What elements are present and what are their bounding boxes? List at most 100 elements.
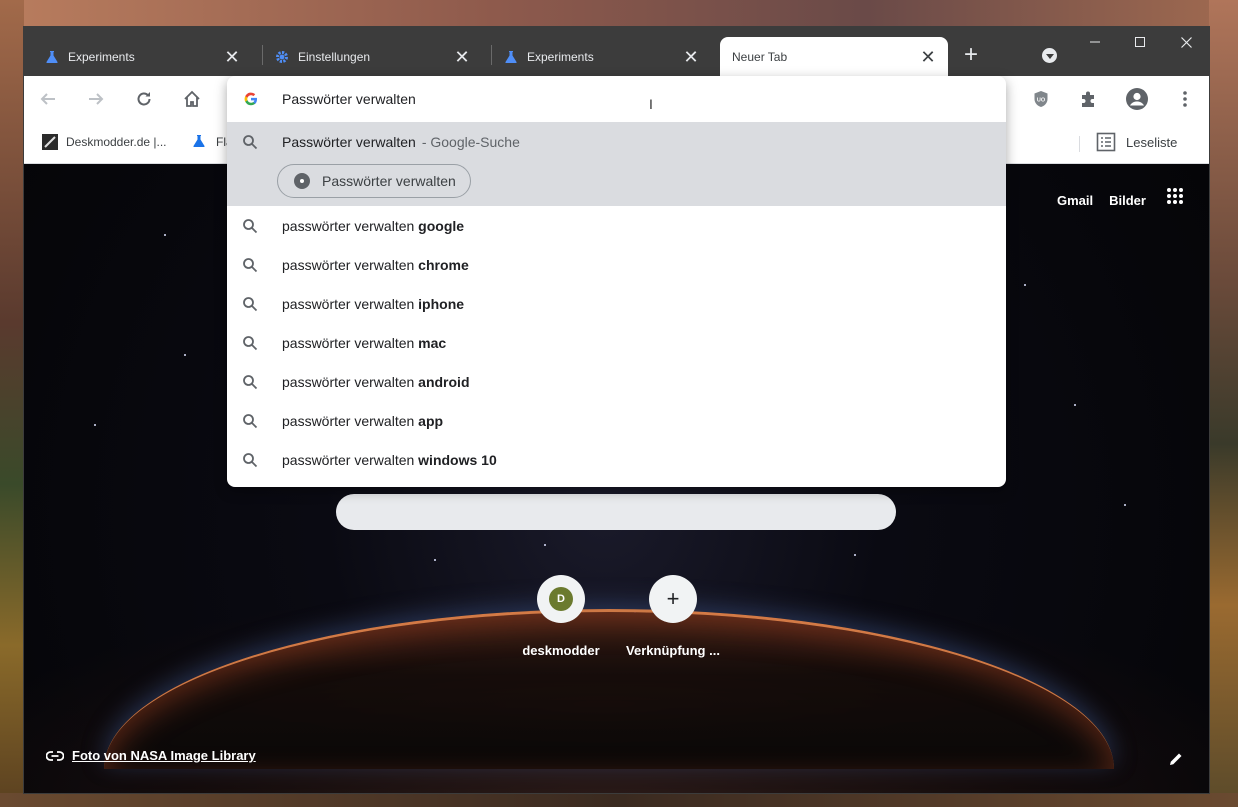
apps-grid-icon[interactable] bbox=[1167, 188, 1183, 204]
shortcut-label: Verknüpfung ... bbox=[626, 643, 720, 658]
star bbox=[544, 544, 546, 546]
search-icon bbox=[242, 257, 258, 273]
photo-attribution-link[interactable]: Foto von NASA Image Library bbox=[46, 748, 256, 763]
desktop-wallpaper-left bbox=[0, 0, 24, 807]
suggestion-bold: google bbox=[418, 217, 465, 234]
flask-icon bbox=[192, 134, 208, 150]
suggestion-row[interactable]: passwörter verwalten google bbox=[227, 206, 1006, 245]
chrome-icon bbox=[294, 173, 310, 189]
suggestion-prefix: passwörter verwalten bbox=[282, 295, 419, 312]
ublock-extension-button[interactable]: UO bbox=[1028, 86, 1054, 112]
desktop-wallpaper-right bbox=[1209, 0, 1238, 807]
gear-icon bbox=[274, 49, 290, 65]
close-window-button[interactable] bbox=[1163, 29, 1209, 55]
suggestion-row[interactable]: passwörter verwalten chrome bbox=[227, 245, 1006, 284]
google-g-icon bbox=[244, 92, 257, 106]
suggestion-meta: - Google-Suche bbox=[421, 133, 520, 150]
reading-list-button[interactable]: Leseliste bbox=[1096, 132, 1177, 152]
search-icon bbox=[242, 218, 258, 234]
new-tab-button[interactable]: + bbox=[960, 43, 982, 67]
suggestion-bold: windows 10 bbox=[418, 451, 497, 468]
suggestion-row[interactable]: passwörter verwalten android bbox=[227, 362, 1006, 401]
shortcut-deskmodder[interactable]: D deskmodder bbox=[505, 575, 617, 658]
close-icon bbox=[1180, 36, 1192, 48]
reload-icon bbox=[137, 92, 151, 106]
account-circle-icon bbox=[1126, 88, 1148, 110]
svg-text:UO: UO bbox=[1037, 98, 1046, 104]
shortcut-add[interactable]: + Verknüpfung ... bbox=[617, 575, 729, 658]
tab-search-button[interactable] bbox=[1042, 48, 1057, 63]
star bbox=[94, 424, 96, 426]
attribution-text: Foto von NASA Image Library bbox=[72, 748, 256, 763]
reading-list-label: Leseliste bbox=[1126, 134, 1178, 150]
suggestion-prefix: passwörter verwalten bbox=[282, 412, 419, 429]
suggestion-prefix: passwörter verwalten bbox=[282, 256, 419, 273]
search-icon bbox=[242, 374, 258, 390]
plus-icon: + bbox=[666, 586, 680, 611]
home-button[interactable] bbox=[179, 86, 205, 112]
suggestion-bold: android bbox=[418, 373, 470, 390]
extensions-button[interactable] bbox=[1076, 86, 1102, 112]
suggestion-row-selected[interactable]: Passwörter verwalten - Google-Suche bbox=[227, 122, 1006, 161]
desktop-wallpaper-top bbox=[0, 0, 1238, 27]
flask-icon bbox=[44, 49, 60, 65]
suggestion-prefix: passwörter verwalten bbox=[282, 373, 419, 390]
suggestion-text: Passwörter verwalten bbox=[282, 133, 416, 150]
link-icon bbox=[46, 750, 64, 761]
minimize-icon bbox=[1090, 41, 1100, 43]
profile-button[interactable] bbox=[1124, 86, 1150, 112]
star bbox=[164, 234, 166, 236]
suggestion-row[interactable]: passwörter verwalten app bbox=[227, 401, 1006, 440]
suggestion-row[interactable]: passwörter verwalten iphone bbox=[227, 284, 1006, 323]
suggestion-bold: chrome bbox=[418, 256, 469, 273]
deskmodder-icon bbox=[42, 134, 58, 150]
add-shortcut-tile: + bbox=[649, 575, 697, 623]
search-icon bbox=[242, 335, 258, 351]
minimize-button[interactable] bbox=[1072, 29, 1118, 55]
reading-list-icon bbox=[1096, 132, 1116, 152]
ntp-header-links: Gmail Bilder bbox=[1057, 193, 1146, 208]
gmail-link[interactable]: Gmail bbox=[1057, 193, 1093, 208]
tab-strip: Experiments ✕ Einstellungen ✕ Experiment… bbox=[24, 27, 1209, 76]
customize-pencil-icon[interactable] bbox=[1169, 752, 1183, 766]
tab-einstellungen[interactable]: Einstellungen ✕ bbox=[254, 37, 482, 76]
ntp-search-box[interactable] bbox=[336, 494, 896, 530]
suggestion-prefix: passwörter verwalten bbox=[282, 451, 419, 468]
forward-arrow-icon bbox=[89, 93, 104, 105]
back-button[interactable] bbox=[35, 86, 61, 112]
manage-passwords-pedal-button[interactable]: Passwörter verwalten bbox=[277, 164, 471, 198]
search-icon bbox=[242, 134, 258, 150]
tab-close-icon[interactable]: ✕ bbox=[452, 47, 472, 67]
tab-close-icon[interactable]: ✕ bbox=[222, 47, 242, 67]
star bbox=[1024, 284, 1026, 286]
suggestion-row[interactable]: passwörter verwalten windows 10 bbox=[227, 440, 1006, 479]
suggestion-bold: app bbox=[418, 412, 444, 429]
suggestion-prefix: passwörter verwalten bbox=[282, 217, 419, 234]
tab-experiments-1[interactable]: Experiments ✕ bbox=[24, 37, 252, 76]
shortcut-tile: D bbox=[537, 575, 585, 623]
menu-button[interactable] bbox=[1172, 86, 1198, 112]
omnibox-input[interactable]: Passwörter verwalten bbox=[227, 76, 1006, 122]
suggestion-row[interactable]: passwörter verwalten mac bbox=[227, 323, 1006, 362]
star bbox=[1074, 404, 1076, 406]
maximize-icon bbox=[1135, 37, 1145, 47]
maximize-button[interactable] bbox=[1117, 29, 1163, 55]
bookmarks-separator bbox=[1079, 136, 1080, 152]
forward-button[interactable] bbox=[83, 86, 109, 112]
star bbox=[854, 554, 856, 556]
tab-close-icon[interactable]: ✕ bbox=[918, 47, 938, 67]
images-link[interactable]: Bilder bbox=[1109, 193, 1146, 208]
bookmark-deskmodder[interactable]: Deskmodder.de |... bbox=[42, 134, 167, 150]
tab-close-icon[interactable]: ✕ bbox=[681, 47, 701, 67]
tab-experiments-2[interactable]: Experiments ✕ bbox=[483, 37, 711, 76]
shortcut-label: deskmodder bbox=[522, 643, 600, 658]
omnibox-dropdown: Passwörter verwalten I Passwörter verwal… bbox=[227, 76, 1006, 487]
star bbox=[1124, 504, 1126, 506]
reload-button[interactable] bbox=[131, 86, 157, 112]
search-icon bbox=[242, 413, 258, 429]
search-icon bbox=[242, 296, 258, 312]
text-cursor-icon: I bbox=[649, 96, 653, 112]
home-icon bbox=[184, 90, 200, 107]
star bbox=[184, 354, 186, 356]
tab-neuer-tab[interactable]: Neuer Tab ✕ bbox=[720, 37, 948, 76]
